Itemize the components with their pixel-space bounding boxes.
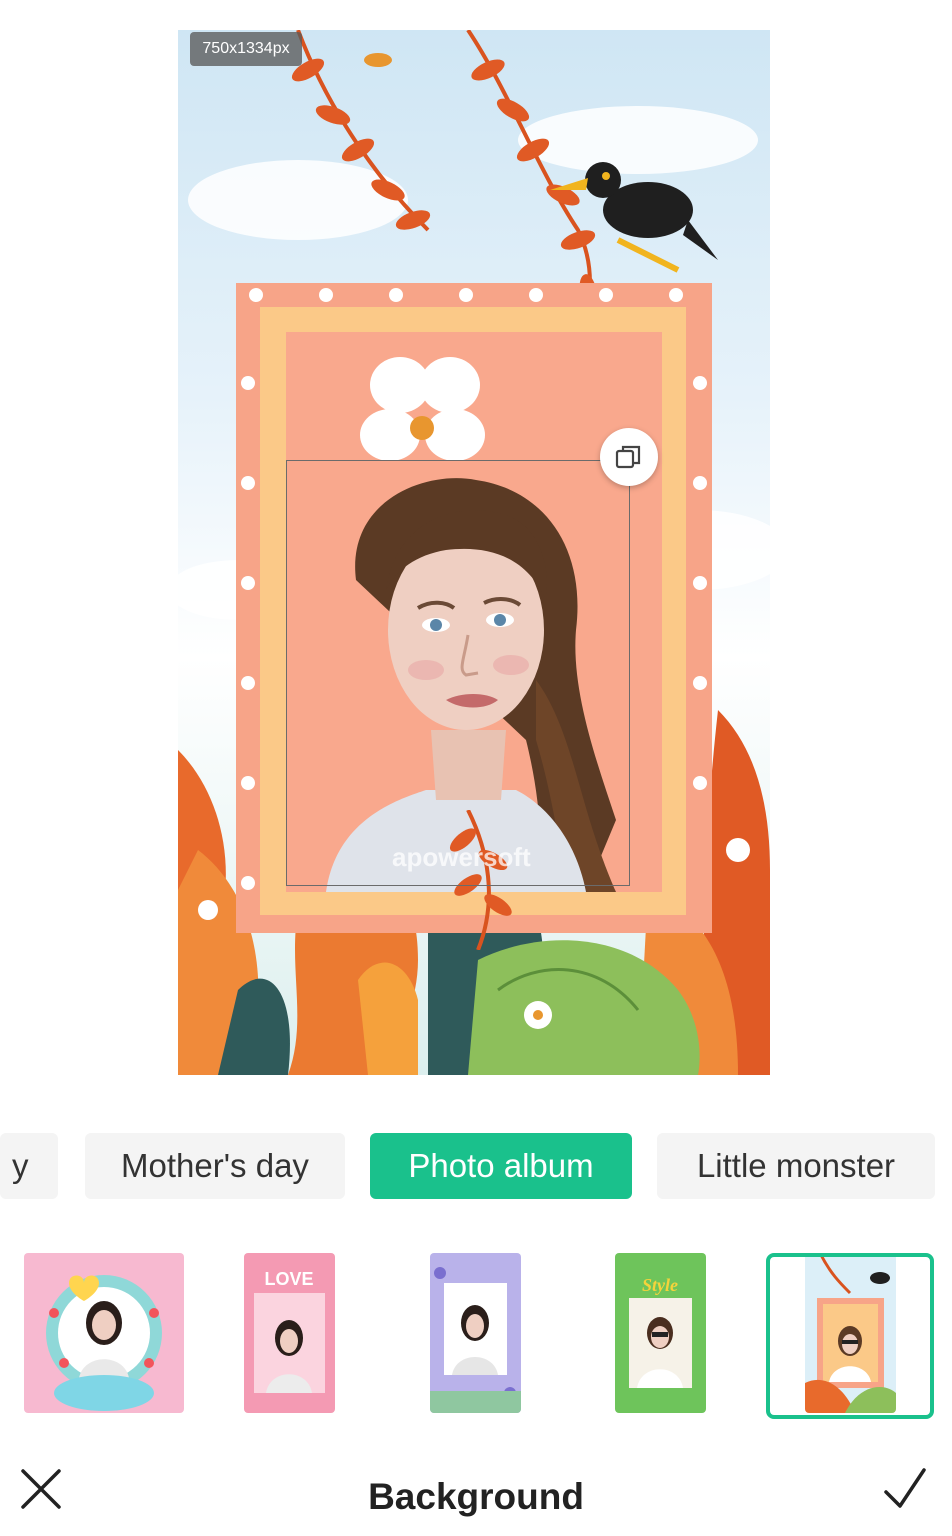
duplicate-icon: [615, 445, 641, 469]
love-text: LOVE: [264, 1269, 313, 1289]
check-icon: [884, 1468, 926, 1508]
template-thumbnail[interactable]: Style: [615, 1253, 706, 1413]
selection-box[interactable]: [286, 460, 630, 886]
template-thumbnail[interactable]: [24, 1253, 184, 1413]
canvas-size-badge: 750x1334px: [190, 32, 302, 66]
template-thumbnail[interactable]: LOVE: [244, 1253, 335, 1413]
duplicate-button[interactable]: [600, 428, 658, 486]
tab-partial[interactable]: y: [0, 1133, 58, 1199]
page-title: Background: [368, 1476, 584, 1517]
daisy-decoration: [360, 357, 485, 461]
love-frame-template-image: LOVE: [244, 1253, 335, 1413]
tab-mothers-day[interactable]: Mother's day: [85, 1133, 345, 1199]
style-text: Style: [642, 1275, 678, 1295]
selected-template-outline: [766, 1253, 934, 1419]
category-tabs: y Mother's day Photo album Little monste…: [0, 1133, 952, 1199]
tab-little-monster[interactable]: Little monster: [657, 1133, 935, 1199]
lavender-frame-template-image: [430, 1253, 521, 1413]
confirm-button[interactable]: [880, 1466, 930, 1512]
watermark-text: apowersoft: [392, 842, 531, 872]
heart-frame-template-image: [24, 1253, 184, 1413]
tab-photo-album[interactable]: Photo album: [370, 1133, 632, 1199]
template-thumbnail[interactable]: [430, 1253, 521, 1413]
style-frame-template-image: Style: [615, 1253, 706, 1413]
